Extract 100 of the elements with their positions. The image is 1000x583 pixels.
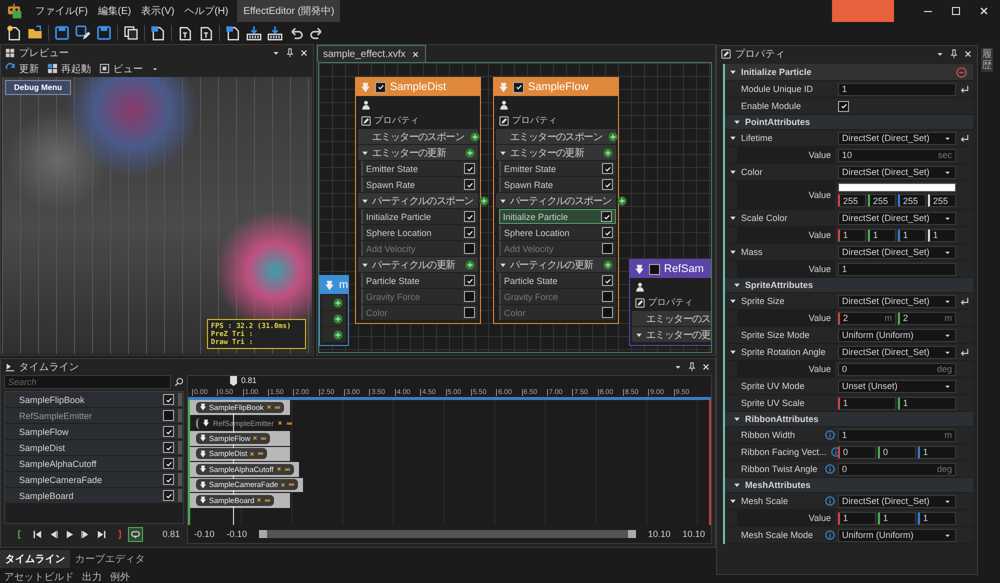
document-icon[interactable]: [150, 25, 166, 41]
close-icon[interactable]: [701, 362, 711, 372]
section-header[interactable]: エミッターのスポーン: [496, 129, 616, 144]
step-forward-icon[interactable]: [80, 528, 91, 540]
info-icon[interactable]: [825, 430, 835, 440]
dropdown[interactable]: DirectSet (Direct_Set): [838, 494, 956, 508]
number-field[interactable]: 0: [838, 446, 876, 458]
add-icon[interactable]: [333, 314, 343, 324]
module-row[interactable]: Emitter State: [361, 161, 478, 176]
skip-to-start-icon[interactable]: [32, 528, 43, 540]
track-row[interactable]: SampleCameraFade: [5, 472, 183, 488]
checkbox[interactable]: [163, 458, 174, 469]
checkbox[interactable]: [602, 291, 613, 302]
folder-icon[interactable]: [27, 25, 43, 41]
checkbox[interactable]: [464, 179, 475, 190]
number-field[interactable]: 0 deg: [838, 462, 956, 476]
number-field[interactable]: 255: [898, 194, 926, 207]
document-icon[interactable]: [225, 25, 241, 41]
checkbox[interactable]: [513, 82, 524, 92]
number-field[interactable]: 1: [838, 262, 956, 276]
checkbox[interactable]: [464, 163, 475, 174]
document-icon[interactable]: [177, 25, 193, 41]
history-tab[interactable]: 履歴: [981, 48, 993, 72]
menu-item[interactable]: ファイル(F): [30, 4, 93, 18]
skip-to-end-icon[interactable]: [96, 528, 107, 540]
caret-icon[interactable]: [729, 134, 737, 142]
checkbox[interactable]: [602, 179, 613, 190]
add-icon[interactable]: [465, 260, 475, 270]
add-icon[interactable]: [603, 260, 613, 270]
close-icon[interactable]: [410, 50, 420, 58]
output-tab[interactable]: アセットビルド: [4, 570, 74, 583]
save-icon[interactable]: [96, 25, 112, 41]
playhead-handle[interactable]: [230, 376, 238, 386]
checkbox[interactable]: [602, 243, 613, 254]
copy-icon[interactable]: [123, 25, 139, 41]
search-field[interactable]: Search: [4, 375, 171, 389]
checkbox[interactable]: [649, 264, 660, 274]
module-row[interactable]: Particle State: [361, 273, 478, 288]
dropdown[interactable]: DirectSet (Direct_Set): [838, 246, 956, 258]
dropdown[interactable]: DirectSet (Direct_Set): [838, 294, 956, 308]
add-icon[interactable]: [333, 330, 343, 340]
toolbar-button[interactable]: 更新: [5, 62, 39, 76]
number-field[interactable]: 255: [928, 194, 956, 207]
track-row[interactable]: SampleFlipBook: [5, 392, 183, 408]
checkbox[interactable]: [464, 243, 475, 254]
add-icon[interactable]: [617, 196, 628, 206]
step-back-icon[interactable]: [48, 528, 59, 540]
properties-label[interactable]: プロパティ: [374, 114, 419, 127]
add-icon[interactable]: [608, 132, 618, 142]
toolbar-button[interactable]: 再起動: [47, 62, 91, 76]
save-edit-icon[interactable]: [75, 25, 91, 41]
properties-label[interactable]: プロパティ: [648, 296, 693, 309]
dropdown[interactable]: Unset (Unset): [838, 380, 956, 392]
number-field[interactable]: 255: [868, 194, 896, 207]
output-tab[interactable]: 例外: [110, 570, 130, 583]
dropdown[interactable]: DirectSet (Direct_Set): [838, 346, 956, 358]
loop-button[interactable]: [128, 526, 143, 542]
checkbox[interactable]: [601, 211, 612, 222]
checkbox[interactable]: [602, 307, 613, 318]
dropdown[interactable]: DirectSet (Direct_Set): [838, 166, 956, 178]
close-icon[interactable]: [978, 5, 990, 17]
menu-item[interactable]: ヘルプ(H): [179, 4, 234, 18]
track-row[interactable]: SampleFlow: [5, 424, 183, 440]
document-icon[interactable]: [198, 25, 214, 41]
checkbox[interactable]: [464, 275, 475, 286]
dropdown[interactable]: DirectSet (Direct_Set): [838, 212, 956, 224]
section-header[interactable]: エミッターの更新: [358, 145, 478, 160]
maximize-icon[interactable]: [950, 5, 962, 17]
remove-icon[interactable]: [956, 66, 967, 78]
section-header[interactable]: パーティクルの更新: [358, 257, 478, 272]
caret-icon[interactable]: [729, 168, 737, 176]
section-header[interactable]: パーティクルの更新: [496, 257, 616, 272]
pin-icon[interactable]: [949, 49, 959, 59]
caret-icon[interactable]: [729, 348, 737, 356]
checkbox[interactable]: [163, 442, 174, 453]
properties-label[interactable]: プロパティ: [512, 114, 557, 127]
number-field[interactable]: 0: [878, 446, 916, 458]
range-scrollbar[interactable]: [259, 530, 636, 538]
checkbox[interactable]: [602, 163, 613, 174]
dropdown[interactable]: Uniform (Uniform): [838, 328, 956, 342]
reset-icon[interactable]: [959, 132, 970, 144]
color-swatch[interactable]: [838, 183, 956, 192]
number-field[interactable]: 1: [868, 228, 896, 242]
module-row[interactable]: Sphere Location: [361, 225, 478, 240]
track-row[interactable]: RefSampleEmitter: [5, 408, 183, 424]
add-icon[interactable]: [479, 196, 490, 206]
section-header[interactable]: エミッターのスポーン: [358, 129, 478, 144]
checkbox[interactable]: [464, 307, 475, 318]
checkbox[interactable]: [838, 100, 849, 112]
panel-tab[interactable]: タイムライン: [0, 550, 70, 568]
checkbox[interactable]: [602, 275, 613, 286]
dropdown[interactable]: DirectSet (Direct_Set): [838, 132, 956, 144]
checkbox[interactable]: [375, 82, 386, 92]
module-row[interactable]: Spawn Rate: [499, 177, 616, 192]
checkbox[interactable]: [163, 490, 174, 501]
number-field[interactable]: 10 sec: [838, 148, 956, 162]
number-field[interactable]: 1: [838, 396, 896, 410]
number-field[interactable]: 1: [928, 228, 956, 242]
number-field[interactable]: 1: [918, 446, 956, 458]
module-row[interactable]: Initialize Particle: [361, 209, 478, 224]
